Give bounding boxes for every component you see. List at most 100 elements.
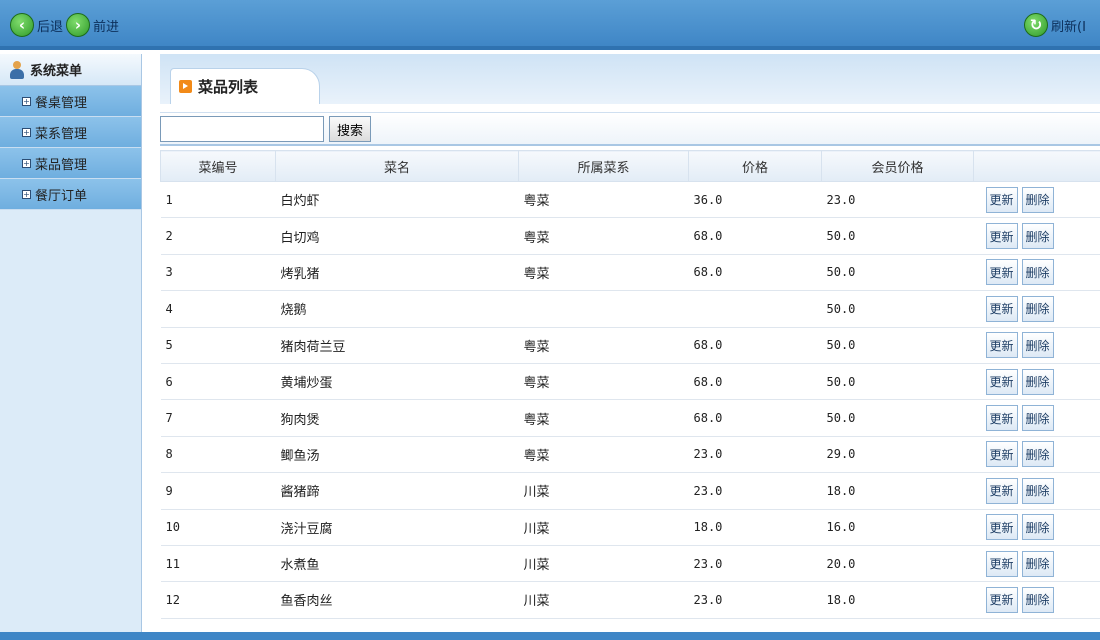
top-toolbar: ‹ 后退 › 前进 ↻ 刷新(I — [0, 0, 1100, 50]
table-row: 9 酱猪蹄 川菜 23.0 18.0 更新 删除 — [160, 472, 1100, 510]
update-button[interactable]: 更新 — [985, 514, 1018, 541]
cell-price: 23.0 — [688, 472, 822, 510]
cell-name: 烤乳猪 — [275, 254, 519, 292]
update-button[interactable]: 更新 — [985, 332, 1018, 359]
update-button[interactable]: 更新 — [985, 405, 1018, 432]
refresh-icon: ↻ — [1024, 13, 1048, 37]
cell-name: 白灼虾 — [275, 181, 519, 219]
cell-cuisine: 川菜 — [518, 472, 689, 510]
tab-strip: 菜品列表 — [160, 54, 1100, 104]
sidebar-item-label: 餐厅订单 — [35, 188, 88, 204]
cell-price: 23.0 — [688, 436, 822, 474]
dish-table: 菜编号 菜名 所属菜系 价格 会员价格 1 白灼虾 粤菜 36.0 23.0 更新 删除 2 白… — [160, 150, 1100, 619]
delete-button[interactable]: 删除 — [1021, 477, 1054, 504]
cell-price: 23.0 — [688, 581, 822, 619]
forward-button[interactable]: › 前进 — [66, 10, 119, 40]
cell-actions: 更新 删除 — [973, 399, 1100, 437]
cell-name: 烧鹅 — [275, 290, 519, 328]
sidebar-header: 系统菜单 — [0, 54, 141, 86]
delete-button[interactable]: 删除 — [1021, 259, 1054, 286]
cell-actions: 更新 删除 — [973, 472, 1100, 510]
cell-id: 2 — [160, 217, 276, 255]
refresh-label: 刷新(I — [1051, 19, 1086, 35]
update-button[interactable]: 更新 — [985, 477, 1018, 504]
sidebar-item-table-management[interactable]: + 餐桌管理 — [0, 86, 141, 117]
cell-price: 68.0 — [688, 363, 822, 401]
delete-button[interactable]: 删除 — [1021, 441, 1054, 468]
cell-member-price: 20.0 — [821, 545, 974, 583]
sidebar-item-dish-management[interactable]: + 菜品管理 — [0, 148, 141, 179]
main-content: 菜品列表 搜索 菜编号 菜名 所属菜系 价格 会员价格 1 白灼虾 粤菜 36.0 23… — [160, 54, 1100, 636]
tab-label: 菜品列表 — [198, 78, 259, 96]
cell-price: 68.0 — [688, 254, 822, 292]
cell-cuisine: 粤菜 — [518, 254, 689, 292]
cell-id: 11 — [160, 545, 276, 583]
back-button[interactable]: ‹ 后退 — [10, 10, 63, 40]
tab-dish-list[interactable]: 菜品列表 — [170, 68, 320, 104]
table-row: 2 白切鸡 粤菜 68.0 50.0 更新 删除 — [160, 217, 1100, 255]
update-button[interactable]: 更新 — [985, 586, 1018, 613]
cell-actions: 更新 删除 — [973, 181, 1100, 219]
update-button[interactable]: 更新 — [985, 259, 1018, 286]
sidebar-item-cuisine-management[interactable]: + 菜系管理 — [0, 117, 141, 148]
search-button[interactable]: 搜索 — [329, 116, 371, 142]
cell-actions: 更新 删除 — [973, 290, 1100, 328]
arrow-left-icon: ‹ — [10, 13, 34, 37]
delete-button[interactable]: 删除 — [1021, 405, 1054, 432]
cell-name: 黄埔炒蛋 — [275, 363, 519, 401]
update-button[interactable]: 更新 — [985, 550, 1018, 577]
cell-id: 1 — [160, 181, 276, 219]
sidebar-item-label: 菜品管理 — [35, 157, 88, 173]
column-header-id[interactable]: 菜编号 — [160, 150, 276, 182]
cell-member-price: 16.0 — [821, 509, 974, 546]
column-header-name[interactable]: 菜名 — [275, 150, 519, 182]
cell-cuisine: 川菜 — [518, 545, 689, 583]
cell-member-price: 50.0 — [821, 363, 974, 401]
delete-button[interactable]: 删除 — [1021, 586, 1054, 613]
cell-name: 狗肉煲 — [275, 399, 519, 437]
cell-actions: 更新 删除 — [973, 327, 1100, 364]
update-button[interactable]: 更新 — [985, 441, 1018, 468]
play-icon — [179, 80, 192, 93]
cell-actions: 更新 删除 — [973, 363, 1100, 401]
table-row: 6 黄埔炒蛋 粤菜 68.0 50.0 更新 删除 — [160, 363, 1100, 401]
cell-name: 酱猪蹄 — [275, 472, 519, 510]
cell-id: 3 — [160, 254, 276, 292]
table-row: 4 烧鹅 50.0 更新 删除 — [160, 290, 1100, 328]
user-icon — [10, 60, 24, 79]
column-header-member-price[interactable]: 会员价格 — [821, 150, 974, 182]
sidebar: 系统菜单 + 餐桌管理 + 菜系管理 + 菜品管理 + 餐厅订单 — [0, 54, 142, 636]
expand-icon: + — [22, 96, 31, 106]
sidebar-item-restaurant-orders[interactable]: + 餐厅订单 — [0, 179, 141, 210]
table-row: 1 白灼虾 粤菜 36.0 23.0 更新 删除 — [160, 181, 1100, 219]
delete-button[interactable]: 删除 — [1021, 368, 1054, 395]
cell-actions: 更新 删除 — [973, 509, 1100, 546]
cell-price: 68.0 — [688, 327, 822, 364]
cell-id: 5 — [160, 327, 276, 364]
forward-label: 前进 — [93, 19, 120, 35]
refresh-button[interactable]: ↻ 刷新(I — [1024, 10, 1086, 40]
cell-name: 鱼香肉丝 — [275, 581, 519, 619]
cell-id: 6 — [160, 363, 276, 401]
delete-button[interactable]: 删除 — [1021, 223, 1054, 250]
column-header-cuisine[interactable]: 所属菜系 — [518, 150, 689, 182]
update-button[interactable]: 更新 — [985, 368, 1018, 395]
delete-button[interactable]: 删除 — [1021, 514, 1054, 541]
update-button[interactable]: 更新 — [985, 186, 1018, 213]
update-button[interactable]: 更新 — [985, 223, 1018, 250]
cell-id: 7 — [160, 399, 276, 437]
cell-price: 36.0 — [688, 181, 822, 219]
column-header-price[interactable]: 价格 — [688, 150, 822, 182]
cell-member-price: 50.0 — [821, 217, 974, 255]
cell-price: 68.0 — [688, 217, 822, 255]
delete-button[interactable]: 删除 — [1021, 295, 1054, 322]
cell-member-price: 50.0 — [821, 290, 974, 328]
cell-price: 23.0 — [688, 545, 822, 583]
delete-button[interactable]: 删除 — [1021, 332, 1054, 359]
update-button[interactable]: 更新 — [985, 295, 1018, 322]
cell-member-price: 50.0 — [821, 399, 974, 437]
search-input[interactable] — [160, 116, 324, 142]
expand-icon: + — [22, 127, 31, 137]
delete-button[interactable]: 删除 — [1021, 186, 1054, 213]
delete-button[interactable]: 删除 — [1021, 550, 1054, 577]
